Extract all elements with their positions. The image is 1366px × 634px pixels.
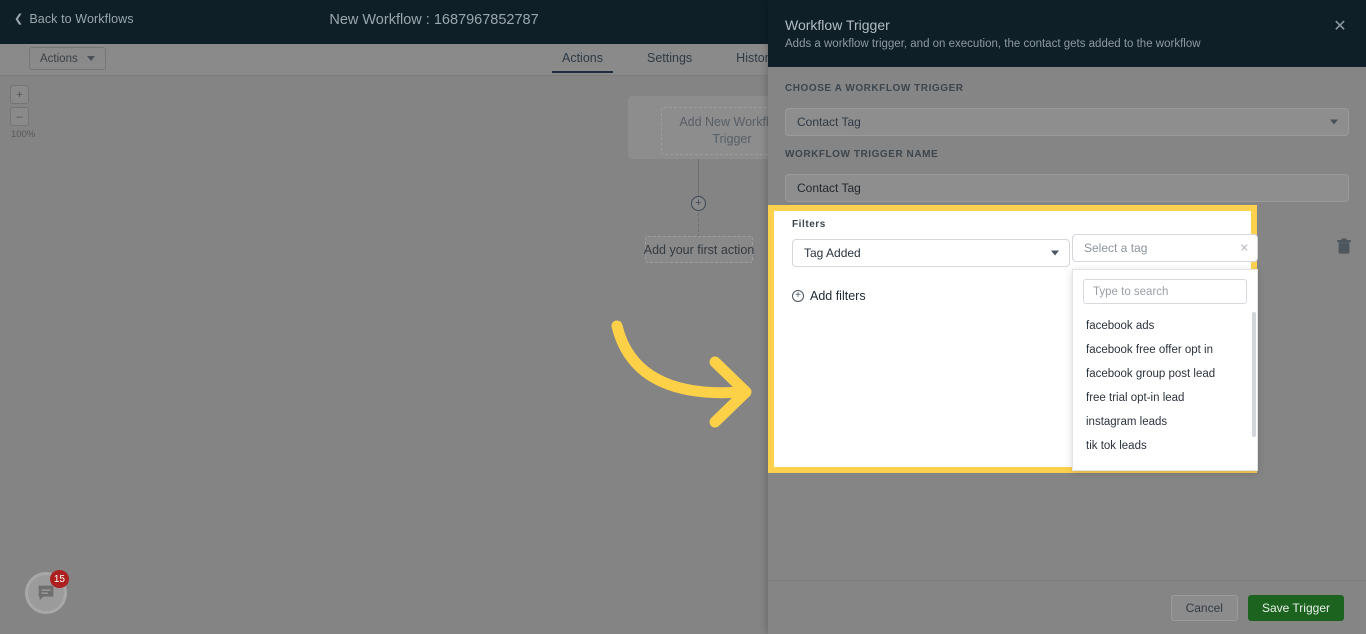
flow-connector-line bbox=[698, 159, 699, 197]
trigger-name-input[interactable]: Contact Tag bbox=[785, 174, 1349, 202]
tag-option[interactable]: tik tok leads bbox=[1073, 434, 1257, 458]
workflow-builder-canvas: ❮ Back to Workflows New Workflow : 16879… bbox=[0, 0, 803, 634]
flow-diagram: Add New Workflow Trigger + Add your firs… bbox=[0, 76, 803, 634]
chevron-down-icon bbox=[86, 56, 95, 61]
actions-dropdown-label: Actions bbox=[40, 52, 78, 65]
chevron-down-icon bbox=[1051, 250, 1059, 256]
tag-select-input[interactable]: Select a tag ✕ bbox=[1072, 234, 1258, 262]
actions-dropdown-button[interactable]: Actions bbox=[29, 47, 106, 70]
tag-search-input[interactable]: Type to search bbox=[1083, 279, 1247, 304]
choose-trigger-label: Choose a workflow trigger bbox=[785, 83, 964, 94]
add-first-action-button[interactable]: Add your first action bbox=[644, 236, 754, 263]
filters-label: Filters bbox=[792, 219, 826, 230]
panel-header: Workflow Trigger Adds a workflow trigger… bbox=[768, 0, 1366, 67]
add-filters-label: Add filters bbox=[810, 289, 866, 303]
builder-tabs: Actions Settings History bbox=[540, 47, 797, 73]
workflow-title: New Workflow : 1687967852787 bbox=[329, 12, 539, 28]
tag-option-list: facebook ads facebook free offer opt in … bbox=[1073, 311, 1257, 458]
trash-icon bbox=[1337, 238, 1351, 254]
chat-unread-badge: 15 bbox=[49, 570, 69, 588]
save-trigger-button[interactable]: Save Trigger bbox=[1247, 594, 1344, 621]
panel-title: Workflow Trigger bbox=[785, 17, 890, 33]
close-icon[interactable]: ✕ bbox=[1330, 16, 1350, 36]
choose-trigger-value: Contact Tag bbox=[797, 115, 861, 129]
tag-option[interactable]: free trial opt-in lead bbox=[1073, 386, 1257, 410]
panel-subtitle: Adds a workflow trigger, and on executio… bbox=[785, 38, 1201, 50]
add-filters-button[interactable]: + Add filters bbox=[792, 289, 866, 303]
filter-condition-value: Tag Added bbox=[804, 246, 861, 260]
tag-select-placeholder: Select a tag bbox=[1084, 241, 1148, 255]
app-root: ❮ Back to Workflows New Workflow : 16879… bbox=[0, 0, 1366, 634]
trigger-name-value: Contact Tag bbox=[797, 181, 861, 195]
delete-filter-button[interactable] bbox=[1336, 238, 1354, 256]
plus-circle-icon: + bbox=[792, 290, 804, 302]
trigger-name-label: Workflow Trigger Name bbox=[785, 149, 939, 160]
builder-top-bar: ❮ Back to Workflows New Workflow : 16879… bbox=[0, 0, 768, 44]
tag-option[interactable]: facebook free offer opt in bbox=[1073, 338, 1257, 362]
flow-connector-dashed bbox=[698, 213, 699, 237]
tag-option[interactable]: facebook ads bbox=[1073, 314, 1257, 338]
tab-settings[interactable]: Settings bbox=[625, 47, 714, 73]
filter-condition-select[interactable]: Tag Added bbox=[792, 239, 1070, 267]
tag-option[interactable]: facebook group post lead bbox=[1073, 362, 1257, 386]
tab-actions[interactable]: Actions bbox=[540, 47, 625, 73]
chevron-down-icon bbox=[1330, 119, 1338, 125]
cancel-button[interactable]: Cancel bbox=[1170, 594, 1238, 621]
choose-trigger-select[interactable]: Contact Tag bbox=[785, 108, 1349, 136]
tag-search-placeholder: Type to search bbox=[1093, 285, 1169, 298]
chat-widget-button[interactable]: 15 bbox=[25, 570, 69, 614]
tag-dropdown-menu: Type to search facebook ads facebook fre… bbox=[1072, 269, 1258, 471]
clear-icon[interactable]: ✕ bbox=[1240, 242, 1249, 255]
dropdown-scrollbar[interactable] bbox=[1252, 312, 1256, 437]
tag-selector-area: Select a tag ✕ Type to search facebook a… bbox=[1072, 234, 1258, 471]
add-step-plus-icon[interactable]: + bbox=[691, 196, 706, 211]
panel-footer: Cancel Save Trigger bbox=[768, 580, 1366, 634]
tag-option[interactable]: instagram leads bbox=[1073, 410, 1257, 434]
